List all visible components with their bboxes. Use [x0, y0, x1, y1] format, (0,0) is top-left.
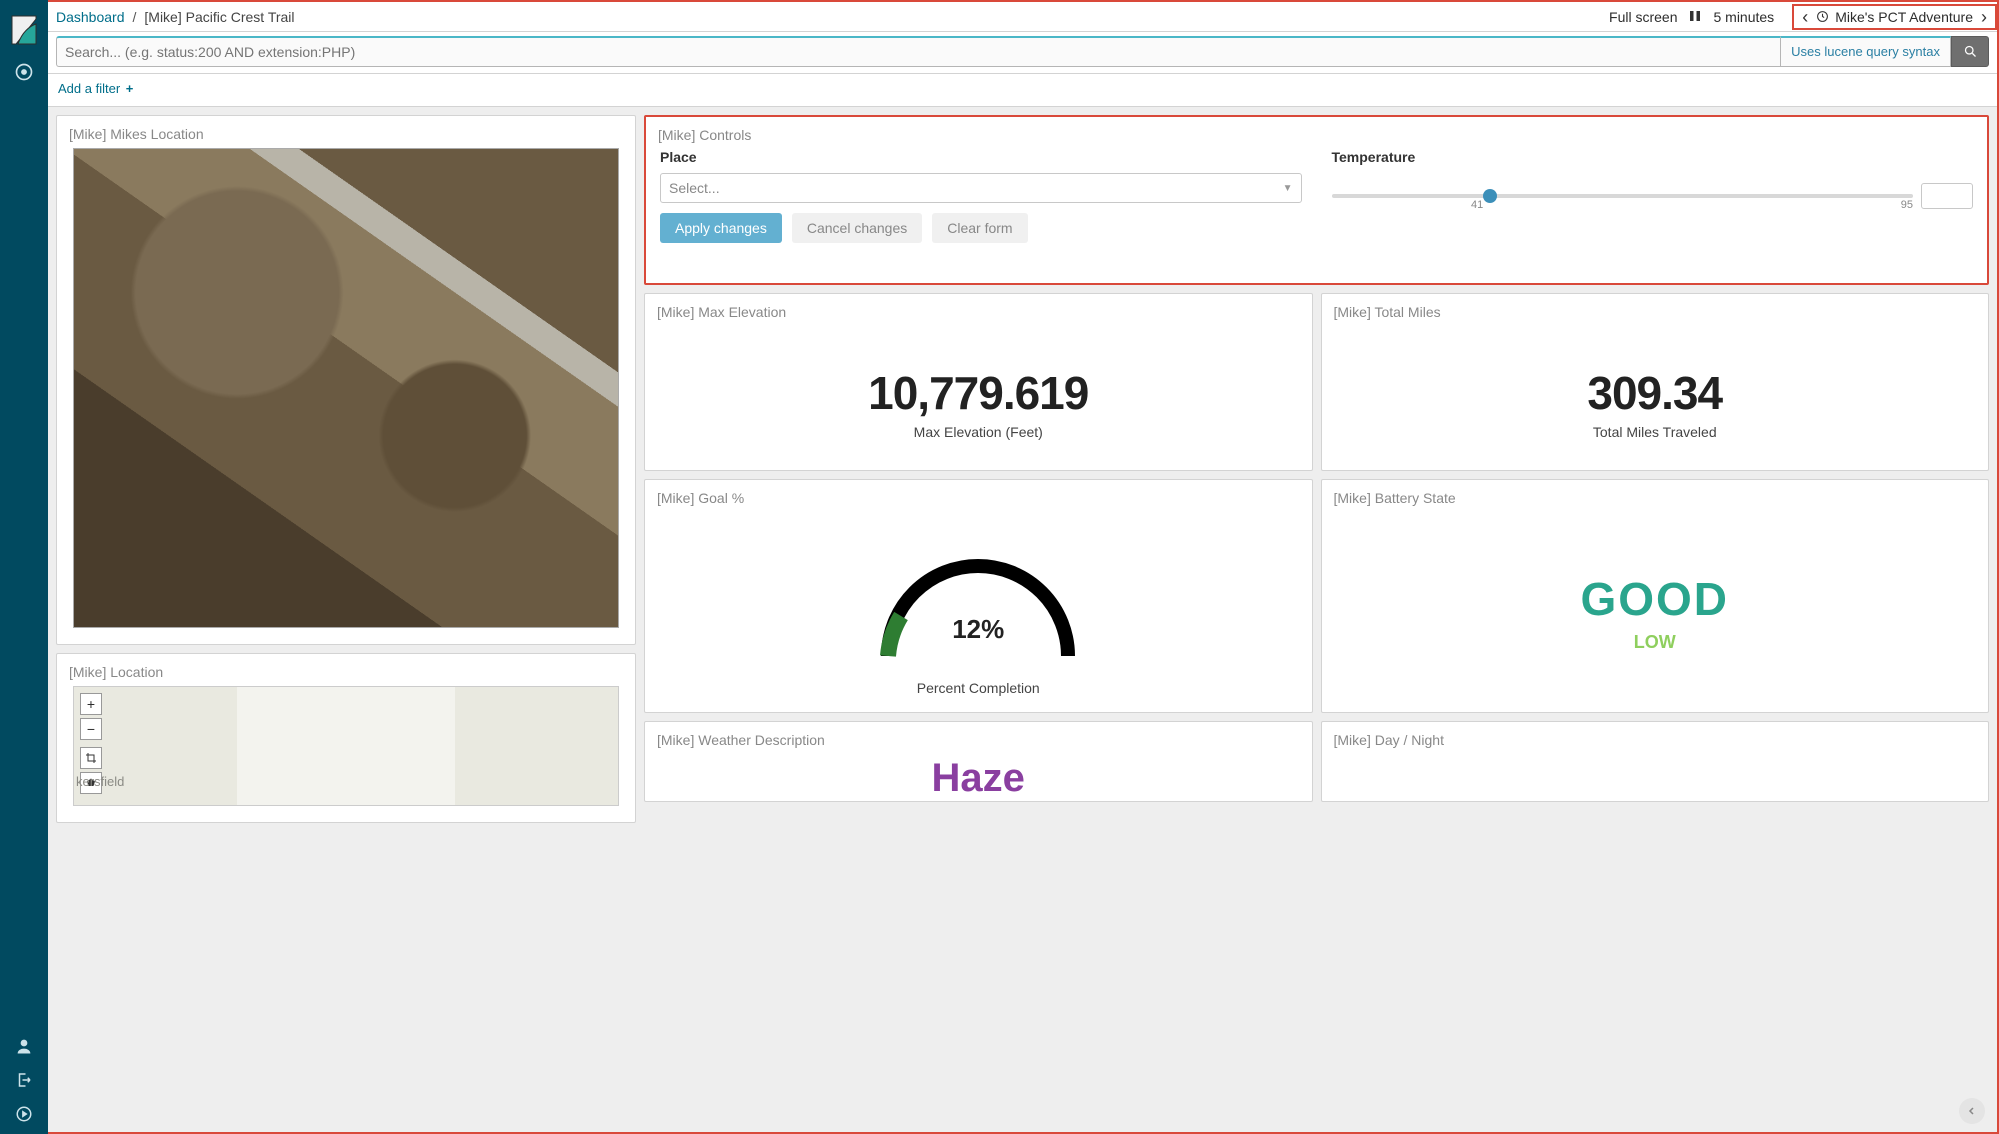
fit-bounds-button[interactable] — [80, 747, 102, 769]
panel-title: [Mike] Mikes Location — [57, 116, 635, 148]
search-button[interactable] — [1951, 36, 1989, 67]
fullscreen-link[interactable]: Full screen — [1609, 9, 1677, 25]
play-icon[interactable] — [10, 1100, 38, 1128]
goal-sub: Percent Completion — [655, 680, 1302, 696]
slider-output[interactable] — [1921, 183, 1973, 209]
panel-title: [Mike] Total Miles — [1322, 294, 1989, 326]
panel-battery: [Mike] Battery State GOOD LOW — [1321, 479, 1990, 713]
refresh-interval[interactable]: 5 minutes — [1713, 9, 1774, 25]
cancel-changes-button[interactable]: Cancel changes — [792, 213, 922, 243]
map[interactable]: + − kersfield — [73, 686, 619, 806]
add-filter-label: Add a filter — [58, 81, 120, 96]
panel-max-elevation: [Mike] Max Elevation 10,779.619 Max Elev… — [644, 293, 1313, 471]
crop-icon — [85, 752, 97, 764]
time-range[interactable]: Mike's PCT Adventure — [1816, 9, 1973, 25]
panel-day-night: [Mike] Day / Night — [1321, 721, 1990, 802]
plus-icon: + — [126, 81, 134, 96]
breadcrumb: Dashboard / [Mike] Pacific Crest Trail — [56, 9, 1609, 25]
clear-form-button[interactable]: Clear form — [932, 213, 1027, 243]
kibana-logo[interactable] — [4, 10, 44, 50]
pause-icon[interactable] — [1689, 10, 1701, 24]
slider-min: 41 — [1471, 199, 1483, 211]
main: Dashboard / [Mike] Pacific Crest Trail F… — [48, 0, 1999, 1134]
panel-mikes-location: [Mike] Mikes Location — [56, 115, 636, 645]
panel-title: [Mike] Battery State — [1322, 480, 1989, 512]
slider-max: 95 — [1901, 199, 1913, 211]
place-select[interactable]: Select... ▼ — [660, 173, 1302, 203]
battery-state: GOOD — [1332, 572, 1979, 626]
panel-title: [Mike] Weather Description — [645, 722, 1312, 754]
filter-bar: Add a filter + — [48, 74, 1997, 107]
panel-controls: [Mike] Controls Place Select... ▼ Apply … — [644, 115, 1989, 285]
chevron-left-circle-icon — [1966, 1105, 1978, 1117]
panel-title: [Mike] Location — [57, 654, 635, 686]
logout-icon[interactable] — [10, 1066, 38, 1094]
total-miles-sub: Total Miles Traveled — [1332, 424, 1979, 440]
clock-icon — [1816, 10, 1829, 23]
panel-title: [Mike] Goal % — [645, 480, 1312, 512]
topbar: Dashboard / [Mike] Pacific Crest Trail F… — [48, 2, 1997, 32]
left-nav — [0, 0, 48, 1134]
place-label: Place — [660, 149, 1302, 165]
goal-value: 12% — [868, 614, 1088, 645]
scroll-top-button[interactable] — [1959, 1098, 1985, 1124]
add-filter-link[interactable]: Add a filter + — [58, 81, 133, 96]
weather-value: Haze — [645, 754, 1312, 801]
panel-title: [Mike] Controls — [646, 117, 1987, 149]
panel-goal: [Mike] Goal % 12% Percent Completion — [644, 479, 1313, 713]
temperature-label: Temperature — [1332, 149, 1974, 165]
breadcrumb-separator: / — [133, 9, 137, 25]
panel-title: [Mike] Day / Night — [1322, 722, 1989, 754]
zoom-in-button[interactable]: + — [80, 693, 102, 715]
search-input[interactable] — [56, 36, 1781, 67]
user-icon[interactable] — [10, 1032, 38, 1060]
time-picker: ‹ Mike's PCT Adventure › — [1792, 4, 1997, 30]
search-icon — [1963, 44, 1978, 59]
max-elevation-value: 10,779.619 — [655, 366, 1302, 420]
time-next-icon[interactable]: › — [1981, 8, 1987, 26]
max-elevation-sub: Max Elevation (Feet) — [655, 424, 1302, 440]
panel-title: [Mike] Max Elevation — [645, 294, 1312, 326]
battery-sub: LOW — [1332, 632, 1979, 653]
dashboard-body: [Mike] Mikes Location [Mike] Location + … — [48, 107, 1997, 1132]
panel-location: [Mike] Location + − — [56, 653, 636, 823]
temperature-slider[interactable]: 41 95 — [1332, 173, 1974, 209]
time-range-label: Mike's PCT Adventure — [1835, 9, 1973, 25]
breadcrumb-current: [Mike] Pacific Crest Trail — [144, 9, 294, 25]
total-miles-value: 309.34 — [1332, 366, 1979, 420]
syntax-hint[interactable]: Uses lucene query syntax — [1781, 36, 1951, 67]
panel-weather: [Mike] Weather Description Haze — [644, 721, 1313, 802]
zoom-out-button[interactable]: − — [80, 718, 102, 740]
search-row: Uses lucene query syntax — [48, 32, 1997, 74]
satellite-image[interactable] — [73, 148, 619, 628]
panel-total-miles: [Mike] Total Miles 309.34 Total Miles Tr… — [1321, 293, 1990, 471]
map-place-label: kersfield — [76, 774, 124, 789]
timelion-icon[interactable] — [10, 58, 38, 86]
apply-changes-button[interactable]: Apply changes — [660, 213, 782, 243]
goal-gauge: 12% — [868, 536, 1088, 666]
breadcrumb-root[interactable]: Dashboard — [56, 9, 125, 25]
time-prev-icon[interactable]: ‹ — [1802, 8, 1808, 26]
place-select-placeholder: Select... — [669, 180, 720, 196]
chevron-down-icon: ▼ — [1283, 183, 1293, 194]
